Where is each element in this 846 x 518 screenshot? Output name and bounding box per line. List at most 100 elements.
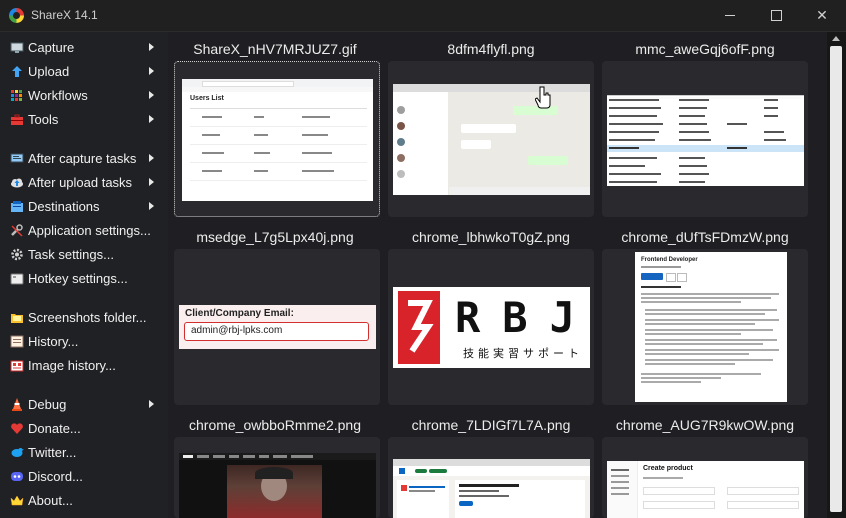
file-name-label: mmc_aweGqj6ofF.png <box>635 41 775 57</box>
minimize-button[interactable] <box>707 0 753 31</box>
file-name-label: chrome_7LDIGf7L7A.png <box>411 417 571 433</box>
menu-item-twitter[interactable]: Twitter... <box>0 441 168 465</box>
menu-item-debug[interactable]: Debug <box>0 393 168 417</box>
video-site-preview <box>179 453 376 518</box>
main-menu: Capture Upload Workflows Tools After cap… <box>0 32 168 518</box>
menu-label-history: History... <box>28 334 79 349</box>
submenu-arrow-icon <box>149 202 154 210</box>
rbj-logo-text: RBJ <box>455 293 594 342</box>
minimize-icon <box>725 15 735 16</box>
discord-icon <box>11 472 23 481</box>
traffic-cone-icon <box>12 398 22 411</box>
menu-label-application-settings: Application settings... <box>28 223 151 238</box>
menu-label-screenshots-folder: Screenshots folder... <box>28 310 147 325</box>
close-button[interactable]: ✕ <box>799 0 845 31</box>
menu-label-donate: Donate... <box>28 421 81 436</box>
thumbnail-job-listing[interactable] <box>388 437 594 518</box>
menu-item-about[interactable]: About... <box>0 489 168 513</box>
thumbnail-8dfm4flyfl[interactable] <box>388 61 594 217</box>
window-title: ShareX 14.1 <box>31 8 98 22</box>
thumbnail-msedge-email[interactable]: Client/Company Email: admin@rbj-lpks.com <box>174 249 380 405</box>
scroll-up-arrow-icon[interactable] <box>832 36 840 41</box>
keyboard-icon <box>10 273 24 285</box>
thumbnail-mmc-services[interactable] <box>602 61 808 217</box>
maximize-button[interactable] <box>753 0 799 31</box>
menu-label-upload: Upload <box>28 64 70 79</box>
thumbnail-job-description[interactable]: Frontend Developer <box>602 249 808 405</box>
menu-item-discord[interactable]: Discord... <box>0 465 168 489</box>
heart-icon <box>11 423 23 434</box>
vertical-scrollbar[interactable] <box>827 32 846 518</box>
menu-item-task-settings[interactable]: Task settings... <box>0 243 168 267</box>
menu-label-image-history: Image history... <box>28 358 116 373</box>
thumbnail-create-product[interactable]: Create product <box>602 437 808 518</box>
job-description-preview: Frontend Developer <box>635 252 787 402</box>
thumbnail-video-site[interactable] <box>174 437 380 518</box>
users-list-preview: Users List <box>182 79 373 201</box>
email-form-preview: Client/Company Email: admin@rbj-lpks.com <box>179 305 376 349</box>
email-field-value: admin@rbj-lpks.com <box>191 325 283 336</box>
file-name-label: chrome_AUG7R9kwOW.png <box>615 417 795 433</box>
menu-label-tools: Tools <box>28 112 59 127</box>
menu-item-destinations[interactable]: Destinations <box>0 195 168 219</box>
submenu-arrow-icon <box>149 154 154 162</box>
twitter-bird-icon <box>11 448 24 457</box>
menu-item-donate[interactable]: Donate... <box>0 417 168 441</box>
image-history-icon <box>10 360 24 372</box>
menu-item-workflows[interactable]: Workflows <box>0 84 168 108</box>
menu-label-workflows: Workflows <box>28 88 88 103</box>
job-title: Frontend Developer <box>641 257 698 263</box>
menu-item-hotkey-settings[interactable]: Hotkey settings... <box>0 267 168 291</box>
rbj-emblem-icon <box>408 300 434 353</box>
folder-icon <box>11 314 23 323</box>
menu-label-debug: Debug <box>28 397 67 412</box>
scrollbar-thumb[interactable] <box>830 46 842 512</box>
menu-label-capture: Capture <box>28 40 75 55</box>
toolbox-icon <box>11 114 23 125</box>
submenu-arrow-icon <box>149 115 154 123</box>
menu-item-after-capture-tasks[interactable]: After capture tasks <box>0 147 168 171</box>
hand-cursor-icon <box>535 86 551 109</box>
file-name-label: chrome_lbhwkoT0gZ.png <box>412 229 570 245</box>
submenu-arrow-icon <box>149 91 154 99</box>
menu-item-upload[interactable]: Upload <box>0 60 168 84</box>
users-list-title: Users List <box>190 95 224 102</box>
submenu-arrow-icon <box>149 43 154 51</box>
menu-item-application-settings[interactable]: Application settings... <box>0 219 168 243</box>
menu-item-screenshots-folder[interactable]: Screenshots folder... <box>0 306 168 330</box>
menu-item-image-history[interactable]: Image history... <box>0 354 168 378</box>
menu-item-after-upload-tasks[interactable]: After upload tasks <box>0 171 168 195</box>
menu-label-about: About... <box>28 493 73 508</box>
menu-item-tools[interactable]: Tools <box>0 108 168 132</box>
menu-label-hotkey-settings: Hotkey settings... <box>28 271 128 286</box>
services-list-preview <box>607 95 804 186</box>
cloud-upload-icon <box>11 178 23 188</box>
create-product-preview: Create product <box>607 461 804 518</box>
after-capture-icon <box>10 153 24 163</box>
monitor-capture-icon <box>10 42 24 53</box>
file-name-label: msedge_L7g5Lpx40j.png <box>196 229 354 245</box>
menu-item-history[interactable]: History... <box>0 330 168 354</box>
menu-label-destinations: Destinations <box>28 199 100 214</box>
chat-app-preview <box>393 84 590 195</box>
file-name-label: chrome_owbboRmme2.png <box>189 417 361 433</box>
close-icon: ✕ <box>816 7 828 23</box>
menu-label-discord: Discord... <box>28 469 83 484</box>
sharex-logo-icon <box>9 8 24 23</box>
workflows-grid-icon <box>11 90 22 101</box>
destinations-icon <box>11 201 23 212</box>
thumbnail-sharex-gif[interactable]: Users List <box>174 61 380 217</box>
thumbnail-rbj-logo[interactable]: RBJ 技能実習サポート <box>388 249 594 405</box>
create-product-title: Create product <box>643 465 693 472</box>
gear-icon <box>11 248 23 261</box>
title-bar: ShareX 14.1 ✕ <box>0 0 846 32</box>
file-name-label: 8dfm4flyfl.png <box>447 41 535 57</box>
email-field-label: Client/Company Email: <box>185 308 294 319</box>
crown-icon <box>10 495 24 506</box>
menu-label-task-settings: Task settings... <box>28 247 114 262</box>
wrench-icon <box>11 224 23 237</box>
menu-label-twitter: Twitter... <box>28 445 77 460</box>
upload-arrow-icon <box>12 66 22 77</box>
menu-item-capture[interactable]: Capture <box>0 36 168 60</box>
menu-label-after-upload-tasks: After upload tasks <box>28 175 133 190</box>
